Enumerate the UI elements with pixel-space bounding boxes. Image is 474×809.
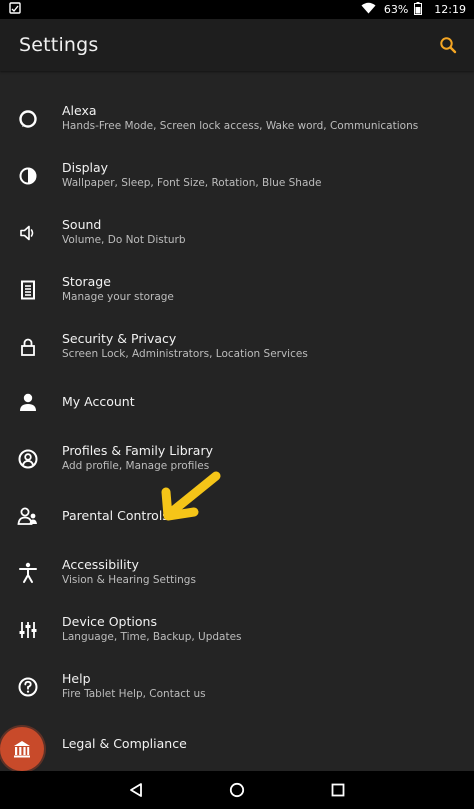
settings-item-text: Alexa Hands-Free Mode, Screen lock acces… [62,103,418,134]
settings-item-text: My Account [62,394,135,410]
sliders-icon [14,616,42,644]
settings-item-title: Accessibility [62,557,139,572]
settings-item-text: Accessibility Vision & Hearing Settings [62,557,196,588]
search-button[interactable] [436,33,460,57]
settings-item-title: Display [62,160,109,175]
status-bar: 63% 12:19 [0,0,474,19]
settings-item-text: Legal & Compliance [62,736,187,752]
profile-icon [14,445,42,473]
back-button[interactable] [116,771,156,809]
settings-item-security-privacy[interactable]: Security & Privacy Screen Lock, Administ… [0,318,474,375]
notification-icon [8,0,22,19]
home-circle-icon [229,782,245,798]
settings-item-storage[interactable]: Storage Manage your storage [0,261,474,318]
settings-item-title: Storage [62,274,111,289]
settings-item-title: Security & Privacy [62,331,177,346]
person-icon [14,388,42,416]
settings-item-legal-compliance[interactable]: Legal & Compliance [0,715,474,772]
help-icon [14,673,42,701]
home-button[interactable] [217,771,257,809]
settings-item-subtitle: Fire Tablet Help, Contact us [62,688,206,700]
settings-item-subtitle: Manage your storage [62,291,174,303]
legal-icon-badge[interactable] [0,727,44,771]
settings-item-display[interactable]: Display Wallpaper, Sleep, Font Size, Rot… [0,147,474,204]
wifi-icon [361,2,376,17]
lock-icon [14,333,42,361]
status-right: 63% 12:19 [361,1,466,18]
settings-item-text: Parental Controls [62,508,169,524]
settings-item-parental-controls[interactable]: Parental Controls [0,487,474,544]
settings-item-text: Profiles & Family Library Add profile, M… [62,443,213,474]
parental-icon [14,502,42,530]
settings-item-help[interactable]: Help Fire Tablet Help, Contact us [0,658,474,715]
settings-item-text: Storage Manage your storage [62,274,174,305]
battery-icon [414,1,423,18]
settings-item-my-account[interactable]: My Account [0,373,474,430]
settings-item-title: Device Options [62,614,157,629]
settings-item-device-options[interactable]: Device Options Language, Time, Backup, U… [0,601,474,658]
settings-item-text: Sound Volume, Do Not Disturb [62,217,186,248]
settings-item-subtitle: Vision & Hearing Settings [62,574,196,586]
accessibility-icon [14,559,42,587]
back-triangle-icon [130,783,142,797]
settings-item-subtitle: Hands-Free Mode, Screen lock access, Wak… [62,120,419,132]
storage-icon [14,276,42,304]
settings-item-subtitle: Screen Lock, Administrators, Location Se… [62,348,308,360]
app-bar: Settings [0,19,474,71]
navigation-bar [0,771,474,809]
settings-item-text: Help Fire Tablet Help, Contact us [62,671,206,702]
settings-item-sound[interactable]: Sound Volume, Do Not Disturb [0,204,474,261]
settings-item-alexa[interactable]: Alexa Hands-Free Mode, Screen lock acces… [0,90,474,147]
settings-item-subtitle: Add profile, Manage profiles [62,460,210,472]
speaker-icon [14,219,42,247]
battery-percent: 63% [383,3,409,16]
alexa-icon [14,105,42,133]
settings-item-title: Parental Controls [62,507,169,523]
clock: 12:19 [434,3,466,16]
settings-item-title: Profiles & Family Library [62,443,213,458]
settings-item-text: Device Options Language, Time, Backup, U… [62,614,242,645]
status-left [8,0,22,19]
settings-item-subtitle: Language, Time, Backup, Updates [62,631,242,643]
settings-item-text: Display Wallpaper, Sleep, Font Size, Rot… [62,160,322,191]
settings-item-title: Alexa [62,103,97,118]
display-icon [14,162,42,190]
search-icon [440,37,457,54]
settings-item-subtitle: Wallpaper, Sleep, Font Size, Rotation, B… [62,177,322,189]
settings-item-title: My Account [62,393,135,409]
recents-button[interactable] [318,771,358,809]
legal-icon [14,741,30,758]
settings-item-title: Help [62,671,91,686]
settings-item-subtitle: Volume, Do Not Disturb [62,234,186,246]
recents-square-icon [331,783,345,797]
settings-item-accessibility[interactable]: Accessibility Vision & Hearing Settings [0,544,474,601]
settings-item-profiles-family-library[interactable]: Profiles & Family Library Add profile, M… [0,430,474,487]
page-title: Settings [19,34,99,56]
settings-item-title: Legal & Compliance [62,735,187,751]
settings-item-title: Sound [62,217,102,232]
settings-item-text: Security & Privacy Screen Lock, Administ… [62,331,308,362]
